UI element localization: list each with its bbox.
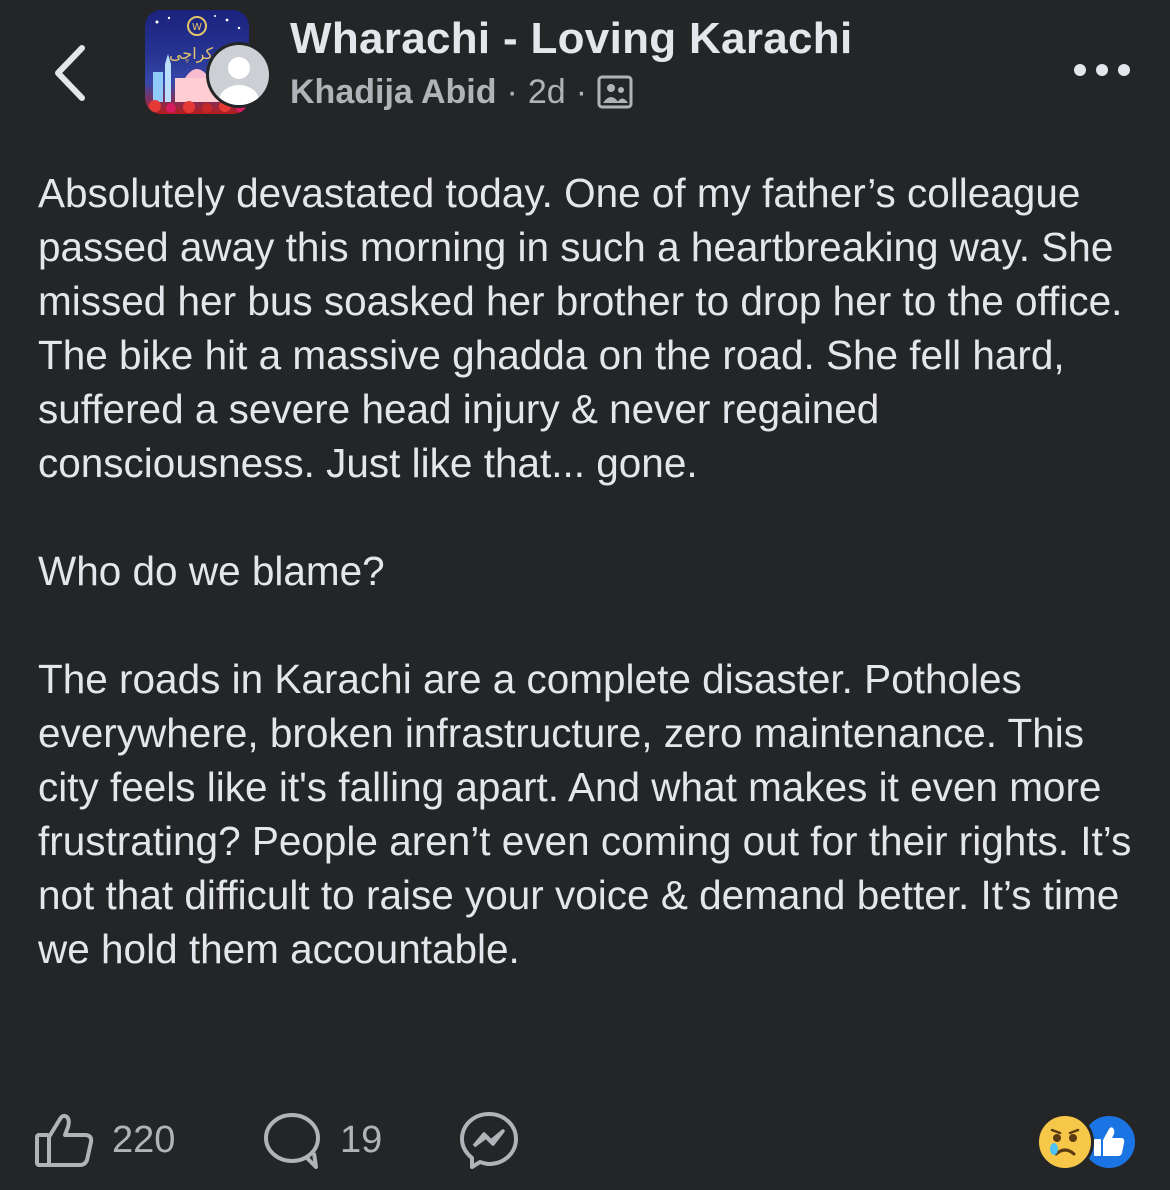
author-name-link[interactable]: Khadija Abid bbox=[290, 73, 497, 112]
like-count: 220 bbox=[112, 1118, 176, 1161]
meta-separator: · bbox=[506, 72, 518, 111]
sad-reaction-icon bbox=[1036, 1113, 1094, 1171]
post-actions: 220 19 bbox=[34, 1108, 520, 1172]
meta-separator: · bbox=[575, 72, 588, 111]
more-options-button[interactable] bbox=[1062, 48, 1142, 92]
svg-text:W: W bbox=[192, 22, 202, 33]
post-paragraph: Who do we blame? bbox=[38, 548, 385, 594]
send-messenger-button[interactable] bbox=[458, 1110, 520, 1170]
post-header: W کراچی Wharachi - Loving Karachi Khadij… bbox=[0, 0, 1170, 150]
comment-button[interactable]: 19 bbox=[262, 1111, 458, 1169]
group-name-link[interactable]: Wharachi - Loving Karachi bbox=[290, 14, 852, 64]
comment-count: 19 bbox=[340, 1118, 383, 1161]
default-profile-icon bbox=[209, 45, 269, 105]
author-avatar[interactable] bbox=[206, 42, 272, 108]
reaction-summary[interactable] bbox=[1036, 1110, 1138, 1174]
thumbs-up-icon bbox=[35, 1113, 94, 1167]
chevron-left-icon bbox=[55, 45, 85, 101]
post-paragraph: The roads in Karachi are a complete disa… bbox=[38, 656, 1132, 972]
post-paragraph: Absolutely devastated today. One of my f… bbox=[38, 170, 1123, 486]
post-body: Absolutely devastated today. One of my f… bbox=[38, 166, 1148, 976]
messenger-icon bbox=[460, 1112, 518, 1169]
post-time[interactable]: 2d bbox=[528, 73, 566, 112]
comment-bubble-icon bbox=[264, 1113, 320, 1169]
post-meta: Khadija Abid · 2d · bbox=[290, 70, 633, 114]
back-button[interactable] bbox=[40, 38, 100, 108]
group-audience-icon bbox=[597, 75, 633, 109]
like-button[interactable]: 220 bbox=[34, 1111, 262, 1169]
more-dots-icon bbox=[1074, 64, 1130, 76]
group-logo-text: کراچی bbox=[169, 44, 214, 63]
